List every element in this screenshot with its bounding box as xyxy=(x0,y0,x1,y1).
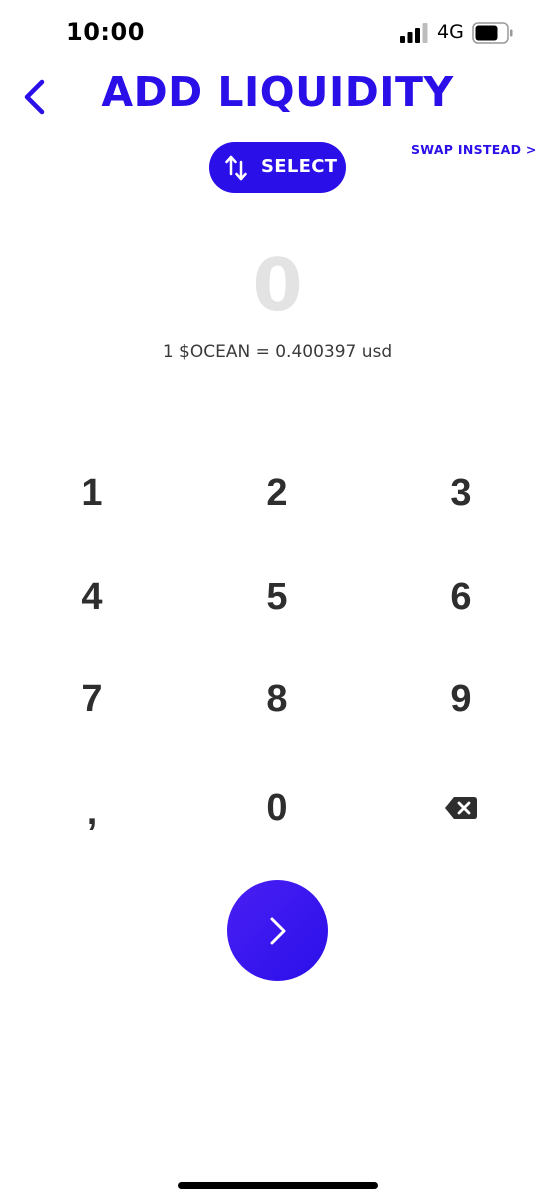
status-bar: 10:00 4G xyxy=(0,0,555,66)
chevron-right-icon xyxy=(270,917,285,944)
keypad-key-0[interactable]: 0 xyxy=(217,768,337,848)
app-screen: 10:00 4G ADD LIQUIDITY SELECT SWAP INSTE xyxy=(0,0,555,1200)
home-indicator[interactable] xyxy=(178,1182,378,1189)
network-type: 4G xyxy=(437,21,464,43)
amount-display: 0 xyxy=(252,243,303,327)
backspace-icon xyxy=(445,797,477,819)
keypad-key-5[interactable]: 5 xyxy=(217,557,337,637)
swap-vertical-arrows-icon xyxy=(225,155,247,181)
select-token-label: SELECT xyxy=(261,156,338,177)
keypad-key-3[interactable]: 3 xyxy=(401,453,521,533)
exchange-rate-text: 1 $OCEAN = 0.400397 usd xyxy=(162,342,393,362)
keypad-key-6[interactable]: 6 xyxy=(401,557,521,637)
keypad-key-2[interactable]: 2 xyxy=(217,453,337,533)
keypad-backspace-button[interactable] xyxy=(401,768,521,848)
keypad-key-9[interactable]: 9 xyxy=(401,659,521,739)
chevron-left-icon xyxy=(24,79,45,115)
keypad-key-8[interactable]: 8 xyxy=(217,659,337,739)
keypad-key-comma[interactable]: , xyxy=(32,768,152,848)
page-title: ADD LIQUIDITY xyxy=(101,68,454,116)
back-button[interactable] xyxy=(14,72,54,122)
status-time: 10:00 xyxy=(66,18,145,46)
swap-instead-link[interactable]: SWAP INSTEAD > xyxy=(411,142,537,157)
select-token-button[interactable]: SELECT xyxy=(209,142,346,193)
continue-button[interactable] xyxy=(227,880,328,981)
keypad-key-4[interactable]: 4 xyxy=(32,557,152,637)
battery-icon xyxy=(472,22,513,44)
cellular-signal-icon xyxy=(400,23,428,43)
keypad-key-1[interactable]: 1 xyxy=(32,453,152,533)
keypad-key-7[interactable]: 7 xyxy=(32,659,152,739)
